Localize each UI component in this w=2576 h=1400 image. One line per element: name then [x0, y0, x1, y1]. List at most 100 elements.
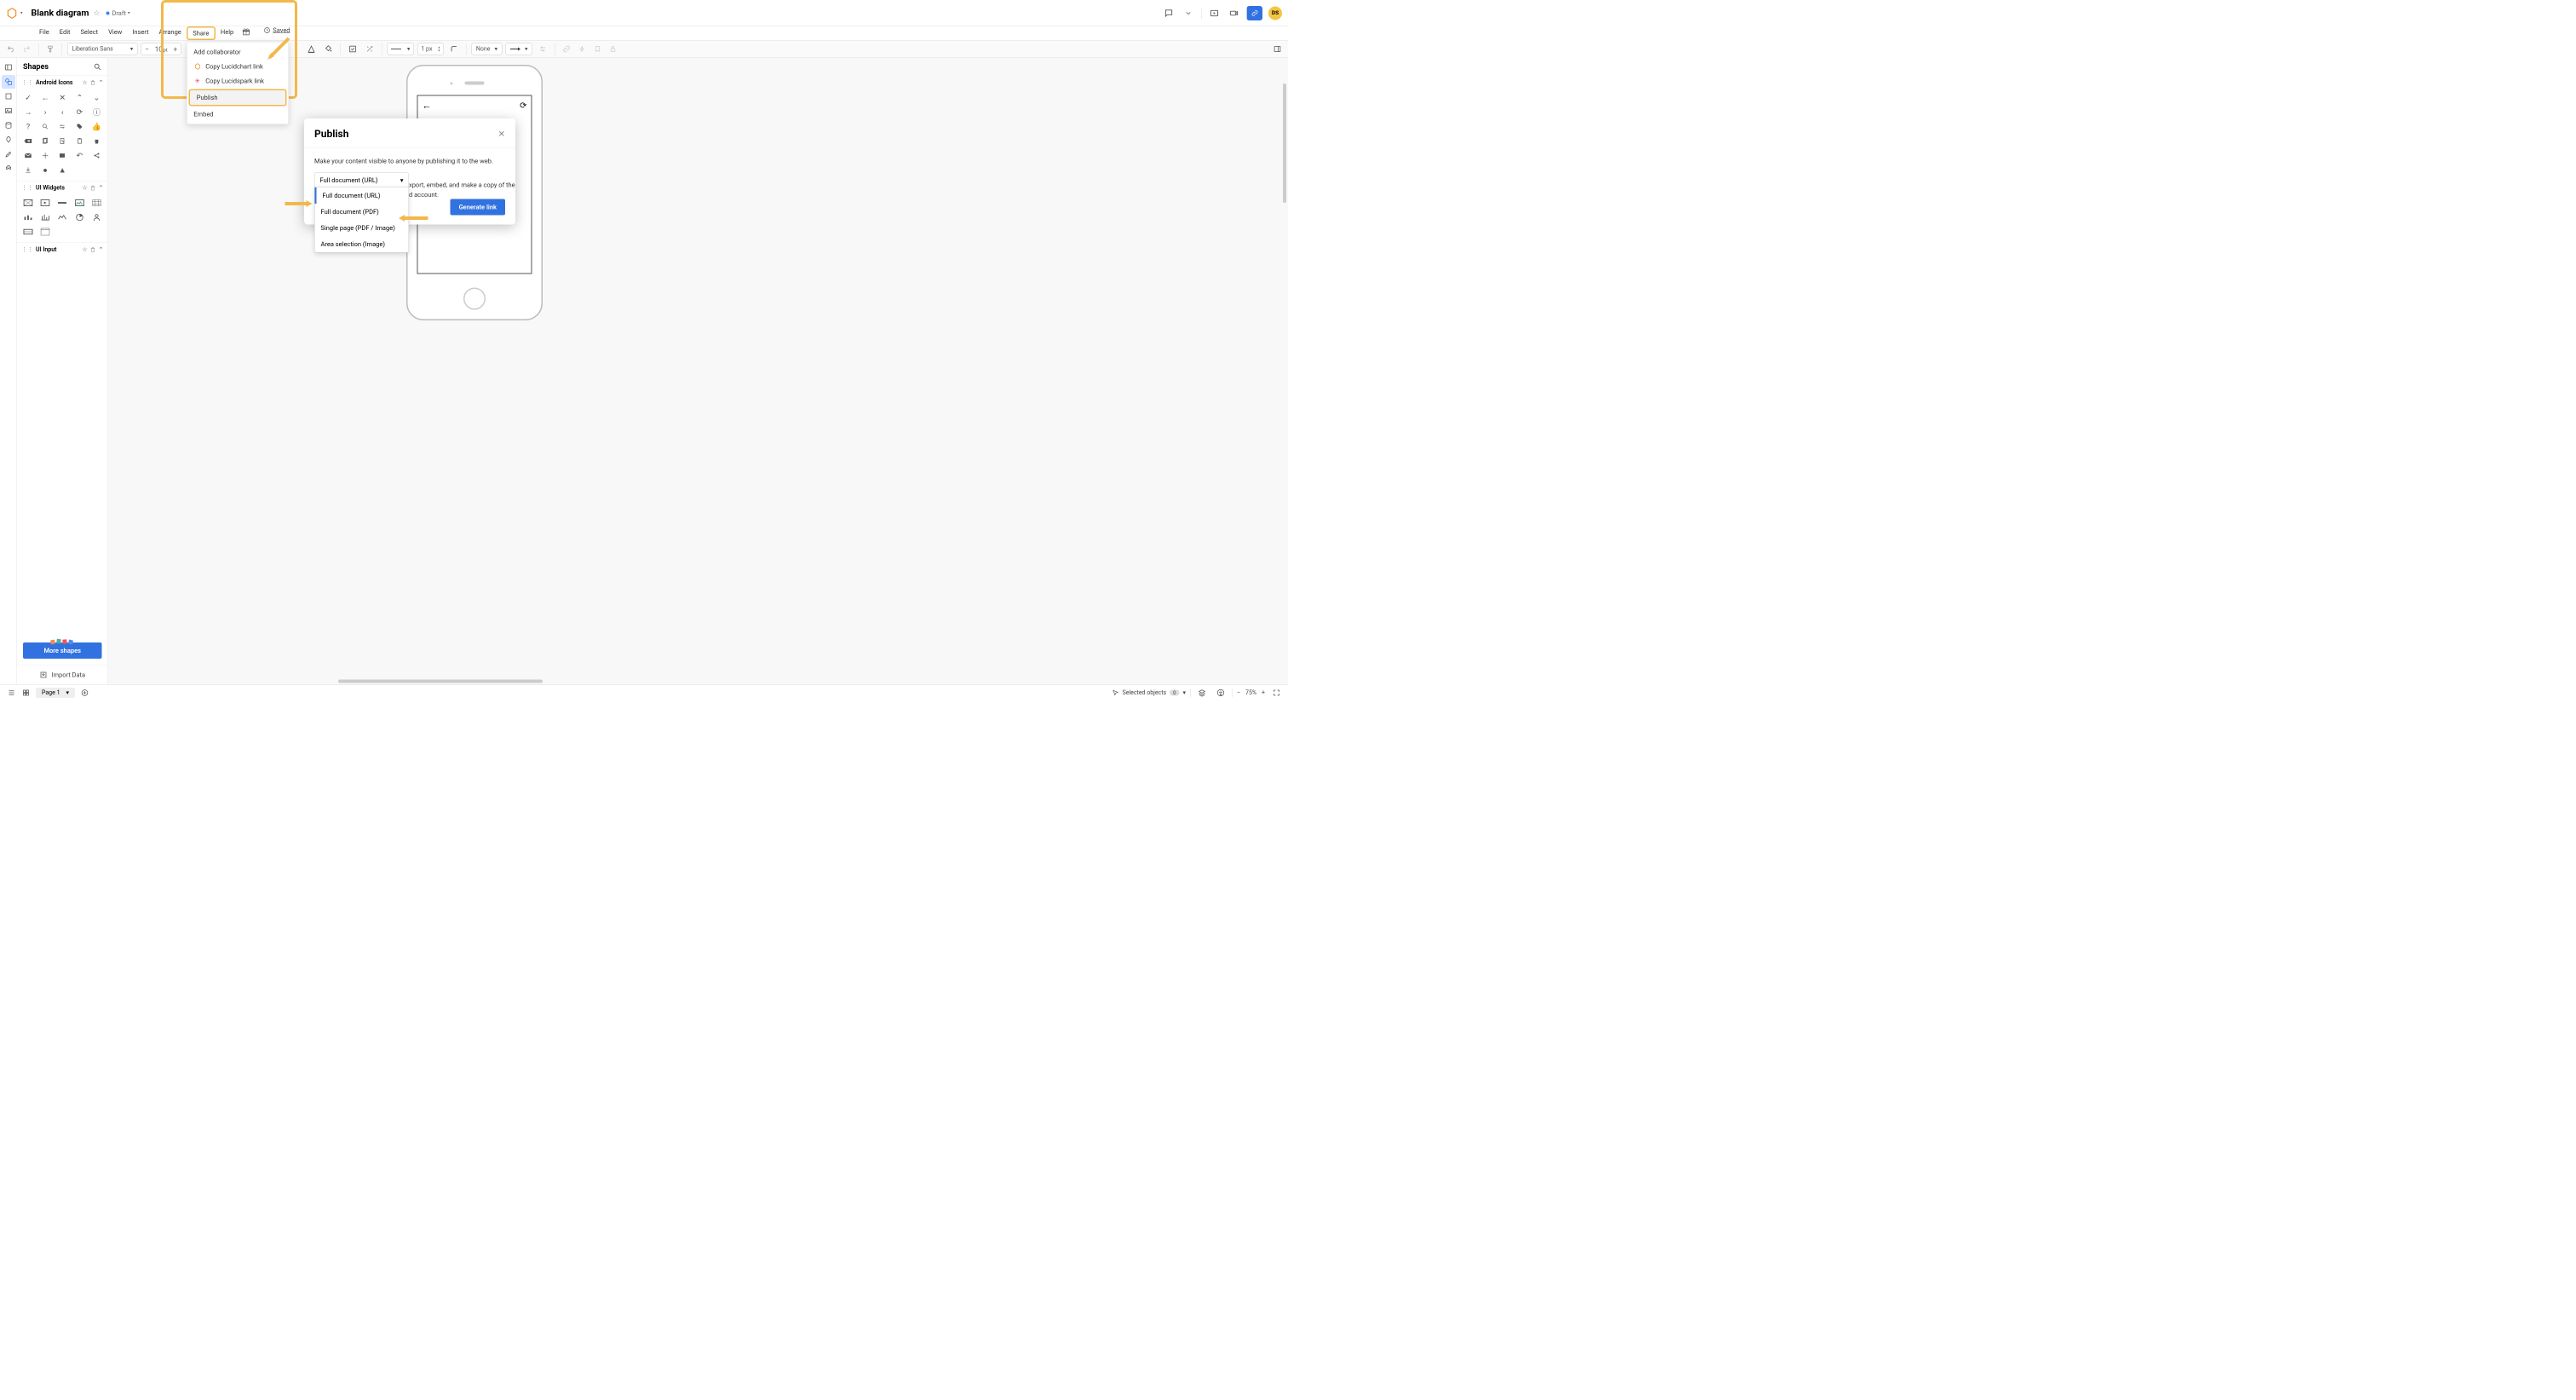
chevron-up-icon[interactable]: ⌃	[99, 246, 104, 253]
menu-view[interactable]: View	[103, 26, 127, 37]
shape-info[interactable]: ⓘ	[89, 107, 103, 118]
line-width-select[interactable]: 1 px ▴▾	[417, 43, 444, 55]
shape-warning[interactable]: ▲	[55, 164, 69, 176]
shape-download[interactable]	[21, 164, 35, 176]
shape-widget-5[interactable]	[89, 198, 103, 209]
menu-share[interactable]: Share	[187, 26, 216, 40]
shape-x[interactable]: ✕	[55, 92, 69, 103]
back-arrow-icon[interactable]: ←	[423, 101, 432, 112]
menu-copy-lucidspark-link[interactable]: ✳ Copy Lucidspark link	[187, 74, 288, 89]
saved-status[interactable]: Saved	[263, 26, 290, 34]
option-full-pdf[interactable]: Full document (PDF)	[315, 204, 409, 220]
trash-icon[interactable]	[90, 185, 96, 191]
publish-type-select[interactable]: Full document (URL) ▾	[314, 173, 409, 188]
rail-image-icon[interactable]	[2, 104, 15, 118]
grid-view-icon[interactable]	[19, 687, 33, 698]
vertical-scrollbar[interactable]	[1283, 84, 1286, 203]
option-full-url[interactable]: Full document (URL)	[315, 187, 409, 204]
drag-handle-icon[interactable]: ⋮⋮	[21, 246, 33, 253]
shape-style-button[interactable]	[346, 43, 359, 55]
close-icon[interactable]: ✕	[498, 129, 505, 139]
magic-button[interactable]	[363, 43, 377, 55]
font-family-select[interactable]: Liberation Sans ▾	[67, 43, 138, 55]
shape-plus[interactable]: ＋	[38, 150, 52, 161]
shape-chevron-right[interactable]: ›	[38, 107, 52, 118]
shape-copy[interactable]	[38, 135, 52, 147]
shape-trash[interactable]	[89, 135, 103, 147]
zoom-level[interactable]: 75%	[1245, 689, 1256, 696]
fullscreen-icon[interactable]	[1269, 687, 1284, 698]
shape-widget-6[interactable]	[21, 212, 35, 223]
chevron-up-icon[interactable]: ⌃	[99, 79, 104, 86]
horizontal-scrollbar[interactable]	[338, 680, 543, 683]
shape-widget-8[interactable]	[55, 212, 69, 223]
link-button[interactable]	[561, 43, 573, 55]
rail-data-icon[interactable]	[2, 118, 15, 132]
shape-paste[interactable]	[72, 135, 86, 147]
shape-thumb[interactable]: 👍	[89, 121, 103, 132]
arrow-start-select[interactable]: None ▾	[471, 43, 502, 55]
zoom-out-button[interactable]: −	[1237, 689, 1240, 696]
shape-tag[interactable]	[72, 121, 86, 132]
shape-arrow-right[interactable]: →	[21, 107, 35, 118]
rail-pen-icon[interactable]	[2, 147, 15, 161]
shape-widget-10[interactable]	[89, 212, 103, 223]
shape-widget-12[interactable]	[38, 227, 52, 238]
shape-check[interactable]: ✓	[21, 92, 35, 103]
rail-plugin-icon[interactable]	[2, 162, 15, 176]
section-uiinput-label[interactable]: UI Input	[36, 246, 56, 253]
star-icon[interactable]: ☆	[82, 79, 87, 86]
shape-widget-11[interactable]	[21, 227, 35, 238]
menu-arrange[interactable]: Arrange	[154, 26, 187, 37]
decrease-button[interactable]: −	[141, 45, 152, 54]
drag-handle-icon[interactable]: ⋮⋮	[21, 185, 33, 192]
shape-widget-2[interactable]	[38, 198, 52, 209]
lock-button[interactable]	[607, 43, 619, 55]
shape-arrow-left[interactable]: ←	[38, 92, 52, 103]
shape-widget-7[interactable]	[38, 212, 52, 223]
redo-button[interactable]	[20, 43, 33, 55]
shape-backspace[interactable]	[21, 135, 35, 147]
shape-widget-4[interactable]	[72, 198, 86, 209]
trash-icon[interactable]	[90, 80, 96, 86]
gift-icon[interactable]	[239, 26, 253, 37]
rail-shapes-icon[interactable]	[2, 75, 15, 89]
shape-search[interactable]	[38, 121, 52, 132]
shape-chevron-down[interactable]: ⌄	[89, 92, 103, 103]
menu-file[interactable]: File	[34, 26, 55, 37]
app-logo[interactable]	[6, 7, 18, 19]
shape-error[interactable]: ●	[38, 164, 52, 176]
shape-widget-3[interactable]	[55, 198, 69, 209]
phone-home-button[interactable]	[463, 288, 486, 310]
search-icon[interactable]	[94, 62, 102, 71]
shape-image[interactable]	[55, 150, 69, 161]
star-icon[interactable]: ☆	[82, 185, 87, 192]
shape-widget-1[interactable]	[21, 198, 35, 209]
line-corner-button[interactable]	[447, 43, 461, 55]
rail-container-icon[interactable]	[2, 89, 15, 103]
chevron-down-icon[interactable]	[1182, 6, 1195, 20]
share-link-icon[interactable]	[1247, 6, 1263, 20]
star-icon[interactable]: ☆	[82, 246, 87, 253]
option-single-page[interactable]: Single page (PDF / Image)	[315, 220, 409, 236]
menu-help[interactable]: Help	[216, 26, 239, 37]
shape-mail[interactable]	[21, 150, 35, 161]
rail-panel-icon[interactable]	[2, 60, 15, 74]
font-size-input[interactable]: − 10pt +	[141, 43, 181, 55]
menu-publish[interactable]: Publish	[188, 89, 286, 107]
canvas[interactable]: ← ⟳ Publish ✕ Make your content visible …	[108, 58, 1288, 685]
shape-undo[interactable]: ↶	[72, 150, 86, 161]
line-style-select[interactable]: ▾	[387, 43, 414, 55]
fill-color-button[interactable]	[321, 43, 335, 55]
rail-rocket-icon[interactable]	[2, 133, 15, 147]
panel-toggle-button[interactable]	[1271, 43, 1284, 55]
section-uiwidgets-label[interactable]: UI Widgets	[36, 185, 65, 192]
present-icon[interactable]	[1208, 6, 1222, 20]
camera-icon[interactable]	[1228, 6, 1241, 20]
trash-icon[interactable]	[90, 247, 96, 253]
shape-chevron-left[interactable]: ‹	[55, 107, 69, 118]
shape-widget-9[interactable]	[72, 212, 86, 223]
shape-share[interactable]	[89, 150, 103, 161]
share-button[interactable]: Share	[1247, 6, 1263, 20]
shape-question[interactable]: ?	[21, 121, 35, 132]
